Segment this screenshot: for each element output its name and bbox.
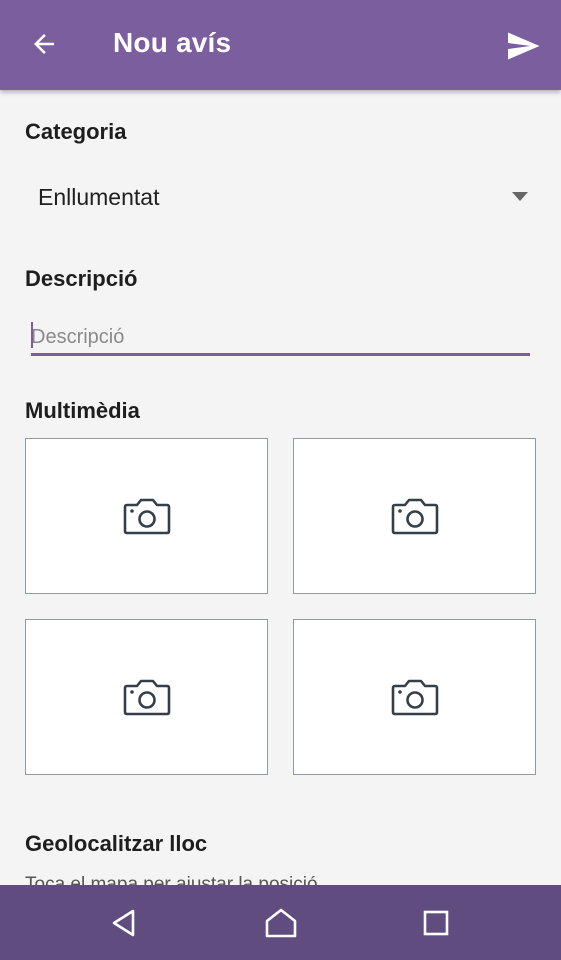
media-slot-3[interactable] <box>25 619 268 775</box>
recents-square-icon <box>423 910 449 936</box>
geolocation-label: Geolocalitzar lloc <box>25 831 208 856</box>
app-bar: Nou avís <box>0 0 561 90</box>
multimedia-label: Multimèdia <box>25 398 140 423</box>
form-content: Categoria Enllumentat Descripció Multimè… <box>0 90 561 885</box>
media-slot-1[interactable] <box>25 438 268 594</box>
send-button[interactable] <box>503 26 543 66</box>
nav-home-button[interactable] <box>255 897 307 949</box>
camera-icon <box>123 679 170 716</box>
arrow-left-icon <box>34 34 54 54</box>
back-button[interactable] <box>24 24 64 64</box>
camera-icon <box>123 498 170 535</box>
camera-icon <box>391 498 438 535</box>
camera-icon <box>391 679 438 716</box>
description-label: Descripció <box>25 266 138 291</box>
text-cursor <box>31 322 33 348</box>
description-input[interactable] <box>31 318 530 356</box>
nav-back-button[interactable] <box>98 897 150 949</box>
system-nav-bar <box>0 885 561 960</box>
category-selected-value: Enllumentat <box>38 184 160 210</box>
dropdown-arrow-icon <box>512 192 528 201</box>
category-dropdown[interactable]: Enllumentat <box>25 178 536 218</box>
page-title: Nou avís <box>113 27 232 58</box>
category-label: Categoria <box>25 119 127 144</box>
nav-recents-button[interactable] <box>410 897 462 949</box>
back-triangle-icon <box>112 909 135 937</box>
geolocation-hint: Toca el mapa per ajustar la posició <box>25 874 318 885</box>
send-icon <box>508 32 540 60</box>
media-slot-4[interactable] <box>293 619 536 775</box>
home-icon <box>265 908 297 938</box>
media-slot-2[interactable] <box>293 438 536 594</box>
